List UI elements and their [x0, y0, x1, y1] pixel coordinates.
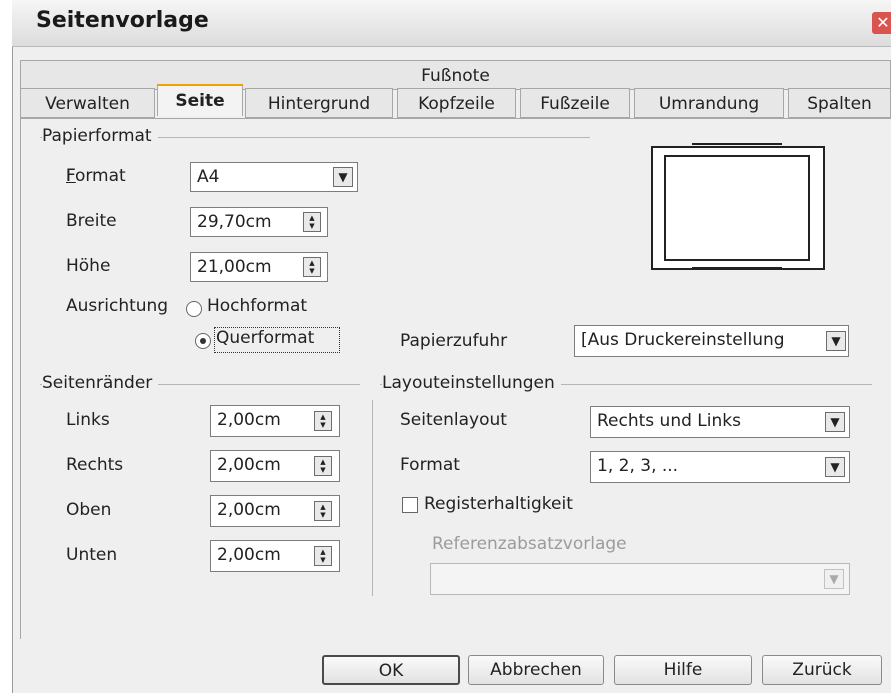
radio-querformat-label: Querformat	[216, 328, 315, 348]
ok-button[interactable]: OK	[322, 655, 460, 685]
breite-label: Breite	[66, 211, 117, 231]
unten-value: 2,00cm	[217, 545, 281, 565]
chevron-down-icon[interactable]: ▼	[825, 457, 845, 477]
tab-fussnote[interactable]: Fußnote	[20, 60, 891, 90]
papierzufuhr-select[interactable]: [Aus Druckereinstellung	[574, 325, 849, 357]
radio-hochformat[interactable]	[186, 301, 202, 317]
rechts-label: Rechts	[66, 455, 124, 475]
back-button[interactable]: Zurück	[762, 655, 882, 685]
spin-updown-icon[interactable]: ▲ ▼	[314, 411, 332, 431]
section-heading-seitenraender: Seitenränder	[42, 373, 159, 393]
tab-label: Hintergrund	[267, 94, 371, 114]
breite-value: 29,70cm	[197, 212, 272, 232]
hoehe-value: 21,00cm	[197, 257, 272, 277]
tab-label: Fußnote	[421, 66, 490, 86]
tab-hintergrund[interactable]: Hintergrund	[245, 88, 393, 118]
spin-updown-icon[interactable]: ▲ ▼	[314, 501, 332, 521]
preview-footer-line	[692, 267, 782, 269]
spin-updown-icon[interactable]: ▲ ▼	[314, 456, 332, 476]
preview-header-line	[692, 143, 782, 145]
chevron-down-icon[interactable]: ▼	[825, 412, 845, 432]
help-button[interactable]: Hilfe	[614, 655, 752, 685]
section-separator	[372, 400, 373, 596]
dialog-title: Seitenvorlage	[36, 8, 209, 33]
chevron-down-icon[interactable]: ▼	[824, 569, 844, 589]
tab-label: Spalten	[807, 94, 872, 114]
seitenlayout-value: Rechts und Links	[597, 411, 741, 431]
seitenlayout-label: Seitenlayout	[400, 410, 507, 430]
spin-updown-icon[interactable]: ▲ ▼	[303, 212, 321, 232]
registerhaltigkeit-label: Registerhaltigkeit	[424, 494, 573, 514]
format-value: A4	[197, 167, 220, 187]
links-value: 2,00cm	[217, 410, 281, 430]
title-bar: Seitenvorlage	[12, 0, 891, 47]
rechts-value: 2,00cm	[217, 455, 281, 475]
layout-format-select[interactable]: 1, 2, 3, ...	[590, 451, 850, 483]
layout-format-label: Format	[400, 455, 460, 475]
chevron-down-icon[interactable]: ▼	[333, 167, 353, 187]
spin-updown-icon[interactable]: ▲ ▼	[303, 257, 321, 277]
layout-format-value: 1, 2, 3, ...	[597, 456, 679, 476]
cancel-button[interactable]: Abbrechen	[468, 655, 604, 685]
oben-value: 2,00cm	[217, 500, 281, 520]
tab-label: Seite	[175, 91, 225, 111]
radio-querformat[interactable]	[195, 333, 211, 349]
papierzufuhr-label: Papierzufuhr	[400, 331, 508, 351]
registerhaltigkeit-checkbox[interactable]	[402, 497, 418, 513]
tab-spalten[interactable]: Spalten	[788, 88, 891, 118]
links-label: Links	[66, 410, 110, 430]
tab-label: Umrandung	[658, 94, 760, 114]
ausrichtung-label: Ausrichtung	[66, 296, 169, 316]
tab-fusszeile[interactable]: Fußzeile	[520, 88, 630, 118]
seitenlayout-select[interactable]: Rechts und Links	[590, 406, 850, 438]
hoehe-label: Höhe	[66, 256, 111, 276]
tab-label: Fußzeile	[540, 94, 610, 114]
oben-label: Oben	[66, 500, 112, 520]
spin-updown-icon[interactable]: ▲ ▼	[314, 546, 332, 566]
close-icon[interactable]: ✕	[872, 12, 891, 34]
tab-label: Verwalten	[45, 94, 130, 114]
referenzabsatzvorlage-label: Referenzabsatzvorlage	[432, 534, 627, 554]
section-heading-layouteinstellungen: Layouteinstellungen	[382, 373, 561, 393]
section-heading-papierformat: Papierformat	[42, 126, 158, 146]
format-label: FFormat	[65, 166, 126, 186]
tab-umrandung[interactable]: Umrandung	[634, 88, 784, 118]
format-label-text: Format	[65, 166, 126, 186]
radio-hochformat-label: Hochformat	[207, 296, 308, 316]
tab-label: Kopfzeile	[418, 94, 495, 114]
referenzabsatzvorlage-select[interactable]	[430, 563, 850, 595]
tab-kopfzeile[interactable]: Kopfzeile	[397, 88, 516, 118]
tab-seite[interactable]: Seite	[157, 84, 243, 116]
papierzufuhr-value: [Aus Druckereinstellung	[581, 330, 785, 350]
tab-verwalten[interactable]: Verwalten	[20, 88, 155, 118]
chevron-down-icon[interactable]: ▼	[826, 331, 846, 351]
unten-label: Unten	[66, 545, 118, 565]
page-preview-content-area	[664, 155, 810, 261]
